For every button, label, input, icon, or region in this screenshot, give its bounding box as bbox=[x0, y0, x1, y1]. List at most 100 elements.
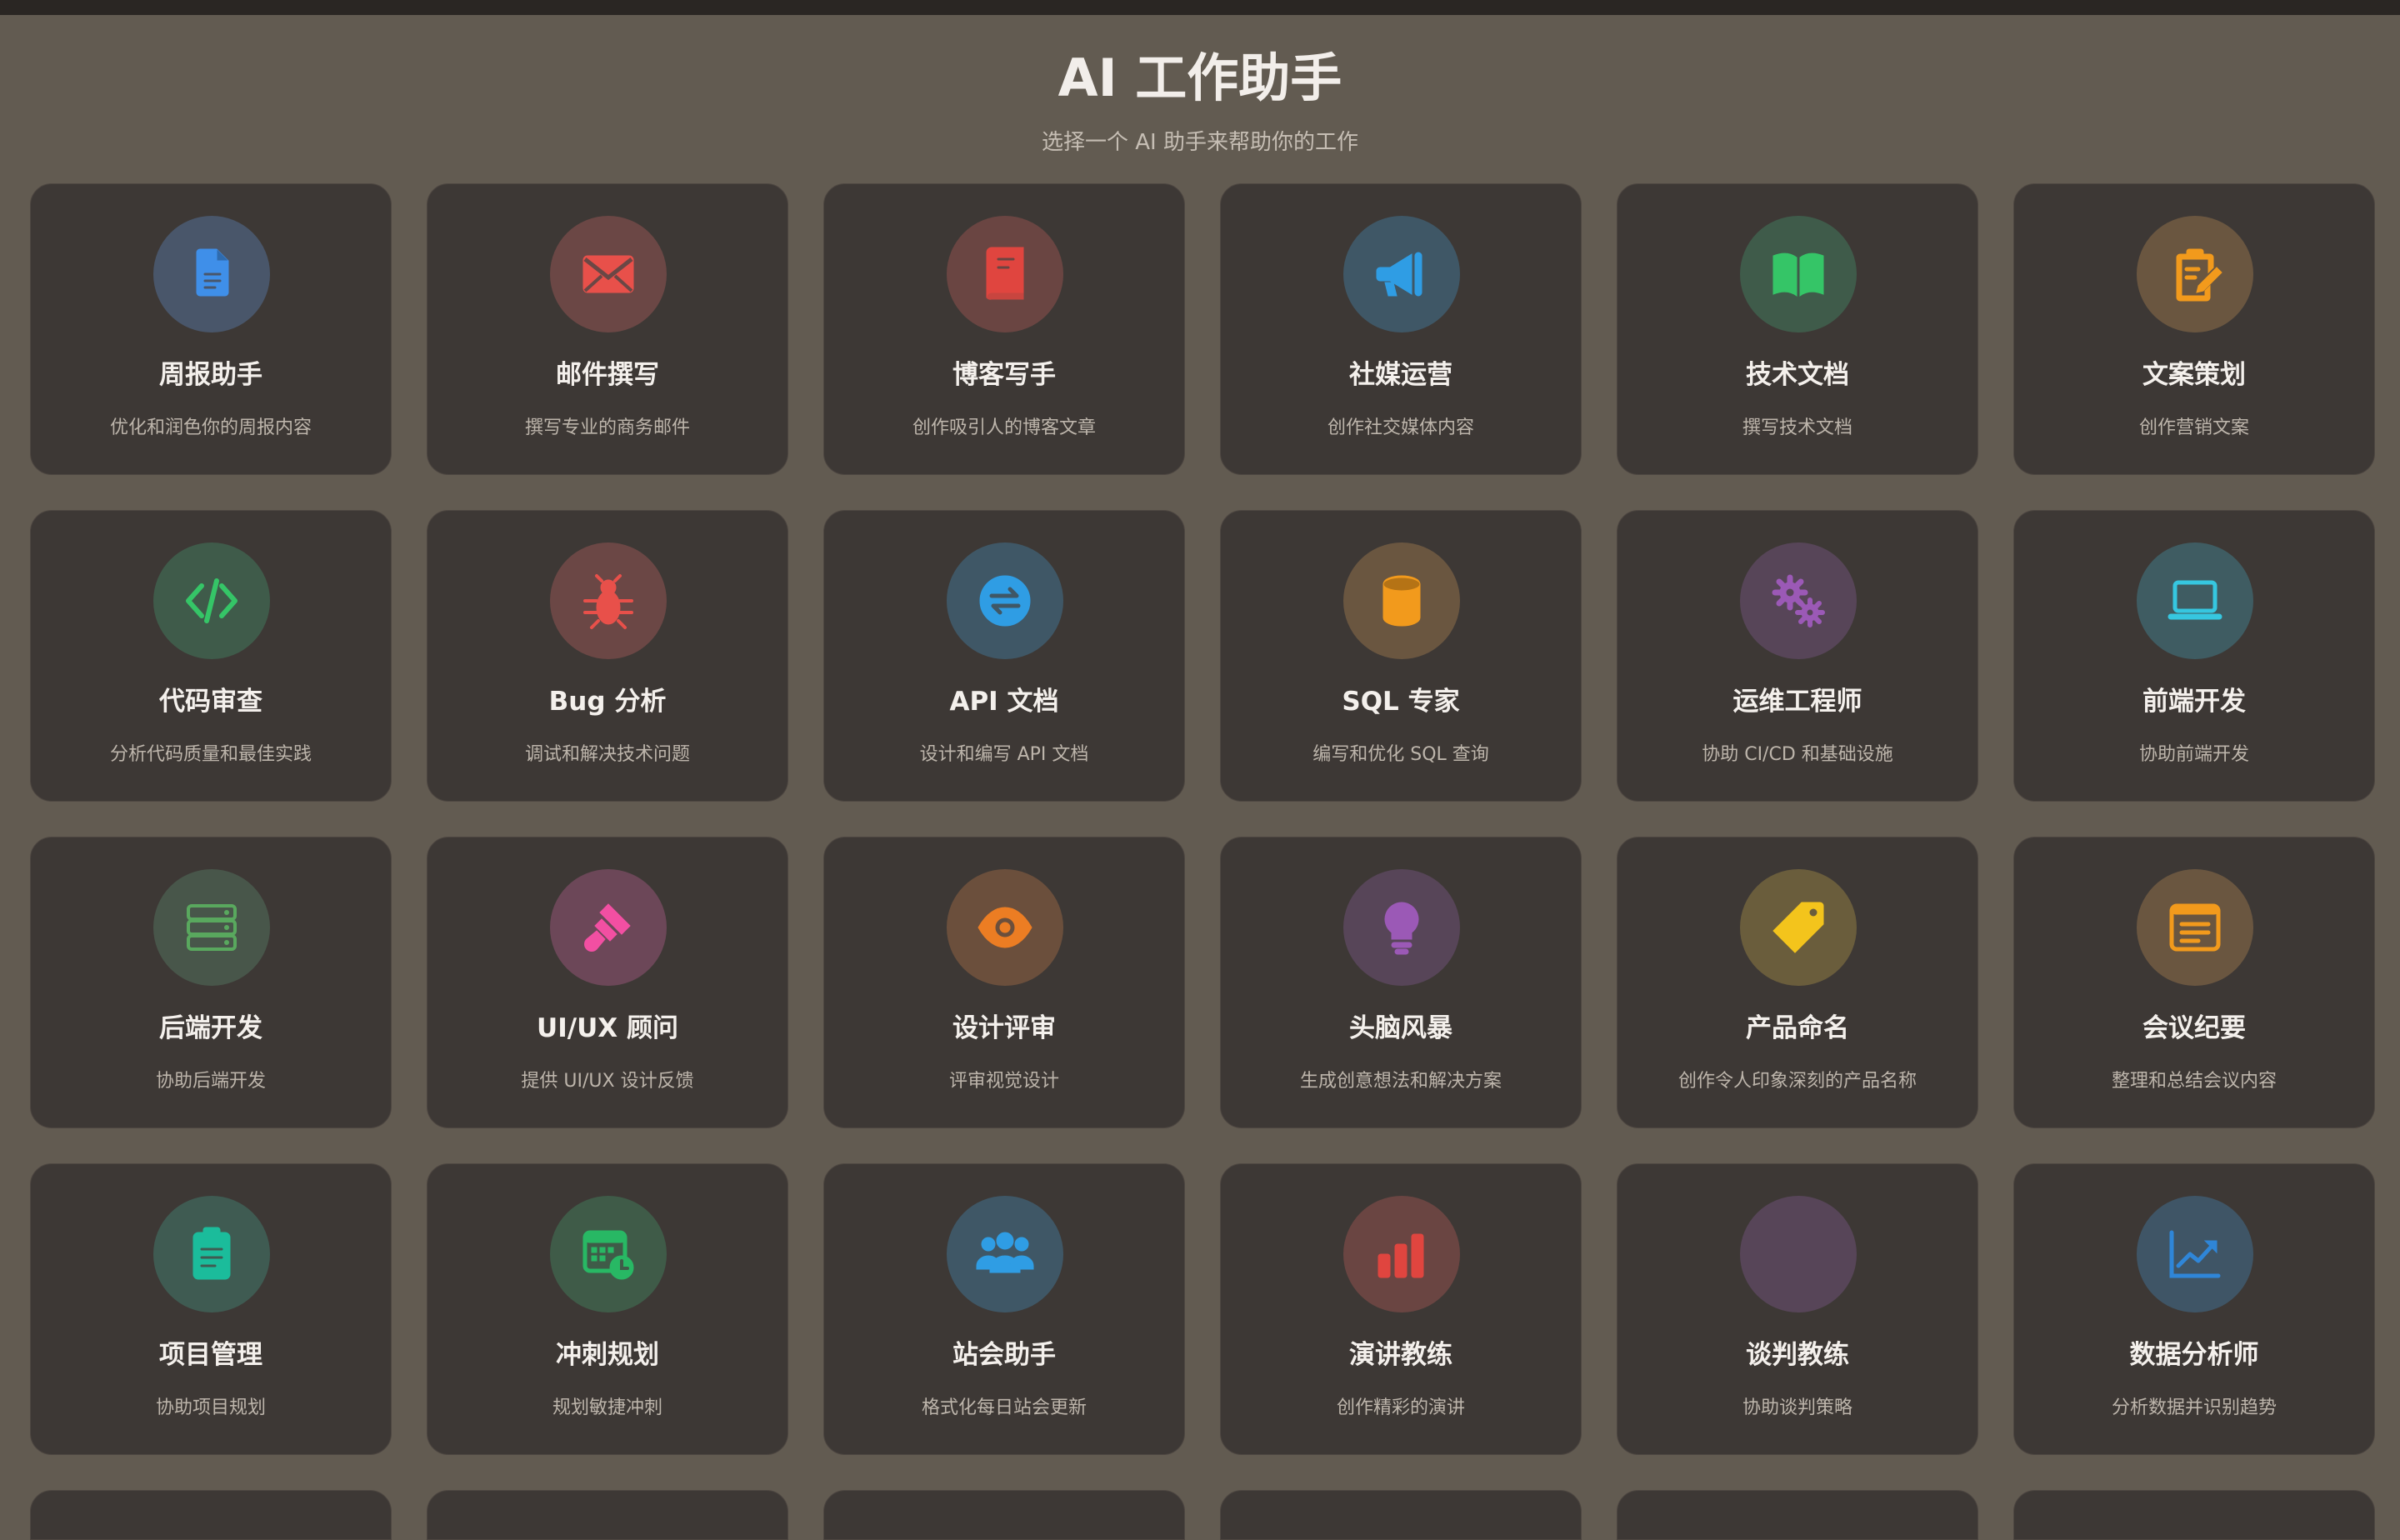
calendar-clock-icon bbox=[550, 1196, 667, 1312]
assistant-card[interactable]: UI/UX 顾问提供 UI/UX 设计反馈 bbox=[427, 837, 788, 1128]
card-title: 演讲教练 bbox=[1349, 1340, 1452, 1370]
card-description: 优化和润色你的周报内容 bbox=[109, 418, 312, 438]
assistant-card[interactable]: 数据分析师分析数据并识别趋势 bbox=[2013, 1163, 2375, 1455]
database-icon bbox=[1343, 542, 1460, 659]
megaphone-icon bbox=[1343, 216, 1460, 332]
chart-line-icon bbox=[2137, 1196, 2253, 1312]
card-title: 邮件撰写 bbox=[556, 360, 659, 390]
card-description: 分析代码质量和最佳实践 bbox=[109, 744, 312, 765]
card-title: 文案策划 bbox=[2142, 360, 2246, 390]
card-description: 创作社交媒体内容 bbox=[1327, 418, 1474, 438]
page-header: AI 工作助手 选择一个 AI 助手来帮助你的工作 bbox=[0, 15, 2400, 157]
page-subtitle: 选择一个 AI 助手来帮助你的工作 bbox=[1042, 130, 1358, 155]
assistant-card[interactable]: 产品命名 创作令人印象深刻的产品名称 bbox=[1617, 837, 1978, 1128]
card-description: 规划敏捷冲刺 bbox=[552, 1398, 662, 1418]
card-description: 创作精彩的演讲 bbox=[1336, 1398, 1465, 1418]
assistant-card[interactable]: 周报助手 优化和润色你的周报内容 bbox=[30, 183, 392, 475]
eye-icon bbox=[947, 869, 1063, 986]
card-description: 设计和编写 API 文档 bbox=[919, 744, 1089, 765]
assistant-card[interactable]: 冲刺规划规划敏捷冲刺 bbox=[427, 1163, 788, 1455]
assistant-card-partial[interactable] bbox=[30, 1490, 392, 1540]
tag-icon bbox=[1740, 869, 1857, 986]
assistant-card[interactable]: 前端开发协助前端开发 bbox=[2013, 510, 2375, 802]
assistant-card[interactable]: 项目管理协助项目规划 bbox=[30, 1163, 392, 1455]
card-description: 分析数据并识别趋势 bbox=[2111, 1398, 2277, 1418]
assistant-card[interactable]: Bug 分析调试和解决技术问题 bbox=[427, 510, 788, 802]
assistant-card[interactable]: 演讲教练创作精彩的演讲 bbox=[1220, 1163, 1582, 1455]
clipboard-list-icon bbox=[153, 1196, 270, 1312]
blank-icon bbox=[1740, 1196, 1857, 1312]
bug-icon bbox=[550, 542, 667, 659]
assistant-card[interactable]: 社媒运营创作社交媒体内容 bbox=[1220, 183, 1582, 475]
assistant-card[interactable]: 文案策划创作营销文案 bbox=[2013, 183, 2375, 475]
book-icon bbox=[947, 216, 1063, 332]
card-description: 创作吸引人的博客文章 bbox=[912, 418, 1096, 438]
assistant-card[interactable]: 博客写手 创作吸引人的博客文章 bbox=[823, 183, 1185, 475]
gears-icon bbox=[1740, 542, 1857, 659]
assistant-card[interactable]: SQL 专家编写和优化 SQL 查询 bbox=[1220, 510, 1582, 802]
card-description: 撰写技术文档 bbox=[1742, 418, 1852, 438]
assistant-card[interactable]: 设计评审评审视觉设计 bbox=[823, 837, 1185, 1128]
assistant-card[interactable]: 站会助手格式化每日站会更新 bbox=[823, 1163, 1185, 1455]
assistant-card[interactable]: 头脑风暴生成创意想法和解决方案 bbox=[1220, 837, 1582, 1128]
card-title: 社媒运营 bbox=[1349, 360, 1452, 390]
card-title: 头脑风暴 bbox=[1349, 1013, 1452, 1043]
card-description: 提供 UI/UX 设计反馈 bbox=[521, 1071, 694, 1092]
assistant-card-partial[interactable] bbox=[427, 1490, 788, 1540]
card-title: 产品命名 bbox=[1746, 1013, 1849, 1043]
assistant-card[interactable]: 会议纪要 整理和总结会议内容 bbox=[2013, 837, 2375, 1128]
card-description: 生成创意想法和解决方案 bbox=[1299, 1071, 1502, 1092]
assistant-card-partial[interactable] bbox=[1220, 1490, 1582, 1540]
card-title: UI/UX 顾问 bbox=[537, 1013, 678, 1043]
card-description: 格式化每日站会更新 bbox=[921, 1398, 1087, 1418]
open-book-icon bbox=[1740, 216, 1857, 332]
lightbulb-icon bbox=[1343, 869, 1460, 986]
page-title: AI 工作助手 bbox=[1058, 48, 1342, 108]
laptop-icon bbox=[2137, 542, 2253, 659]
card-title: 谈判教练 bbox=[1746, 1340, 1849, 1370]
card-title: 冲刺规划 bbox=[556, 1340, 659, 1370]
card-title: 代码审查 bbox=[159, 687, 262, 717]
code-icon bbox=[153, 542, 270, 659]
assistant-card[interactable]: 代码审查分析代码质量和最佳实践 bbox=[30, 510, 392, 802]
card-title: 运维工程师 bbox=[1732, 687, 1862, 717]
assistant-card-partial[interactable] bbox=[2013, 1490, 2375, 1540]
card-description: 协助项目规划 bbox=[155, 1398, 266, 1418]
card-description: 协助谈判策略 bbox=[1742, 1398, 1852, 1418]
assistant-card[interactable]: 邮件撰写撰写专业的商务邮件 bbox=[427, 183, 788, 475]
card-description: 编写和优化 SQL 查询 bbox=[1312, 744, 1489, 765]
users-icon bbox=[947, 1196, 1063, 1312]
card-title: 数据分析师 bbox=[2129, 1340, 2259, 1370]
server-icon bbox=[153, 869, 270, 986]
bar-chart-icon bbox=[1343, 1196, 1460, 1312]
assistant-card[interactable]: API 文档设计和编写 API 文档 bbox=[823, 510, 1185, 802]
note-icon bbox=[2137, 869, 2253, 986]
exchange-icon bbox=[947, 542, 1063, 659]
assistant-card-partial[interactable] bbox=[1617, 1490, 1978, 1540]
card-description: 调试和解决技术问题 bbox=[524, 744, 690, 765]
assistant-card[interactable]: 后端开发 协助后端开发 bbox=[30, 837, 392, 1128]
card-title: 设计评审 bbox=[952, 1013, 1056, 1043]
card-description: 协助 CI/CD 和基础设施 bbox=[1702, 744, 1893, 765]
clipboard-pen-icon bbox=[2137, 216, 2253, 332]
document-icon bbox=[153, 216, 270, 332]
card-title: Bug 分析 bbox=[548, 687, 667, 717]
assistant-card[interactable]: 运维工程师协助 CI/CD 和基础设施 bbox=[1617, 510, 1978, 802]
paintbrush-icon bbox=[550, 869, 667, 986]
card-title: 站会助手 bbox=[952, 1340, 1056, 1370]
card-title: 技术文档 bbox=[1746, 360, 1849, 390]
card-title: 后端开发 bbox=[159, 1013, 262, 1043]
card-description: 撰写专业的商务邮件 bbox=[524, 418, 690, 438]
card-title: API 文档 bbox=[949, 687, 1059, 717]
card-description: 整理和总结会议内容 bbox=[2111, 1071, 2277, 1092]
envelope-icon bbox=[550, 216, 667, 332]
card-title: 前端开发 bbox=[2142, 687, 2246, 717]
assistant-card[interactable]: 技术文档撰写技术文档 bbox=[1617, 183, 1978, 475]
card-title: SQL 专家 bbox=[1342, 687, 1460, 717]
card-description: 协助前端开发 bbox=[2138, 744, 2249, 765]
assistant-card[interactable]: 谈判教练协助谈判策略 bbox=[1617, 1163, 1978, 1455]
assistant-card-partial[interactable] bbox=[823, 1490, 1185, 1540]
card-description: 创作营销文案 bbox=[2138, 418, 2249, 438]
card-title: 项目管理 bbox=[159, 1340, 262, 1370]
card-description: 评审视觉设计 bbox=[948, 1071, 1059, 1092]
